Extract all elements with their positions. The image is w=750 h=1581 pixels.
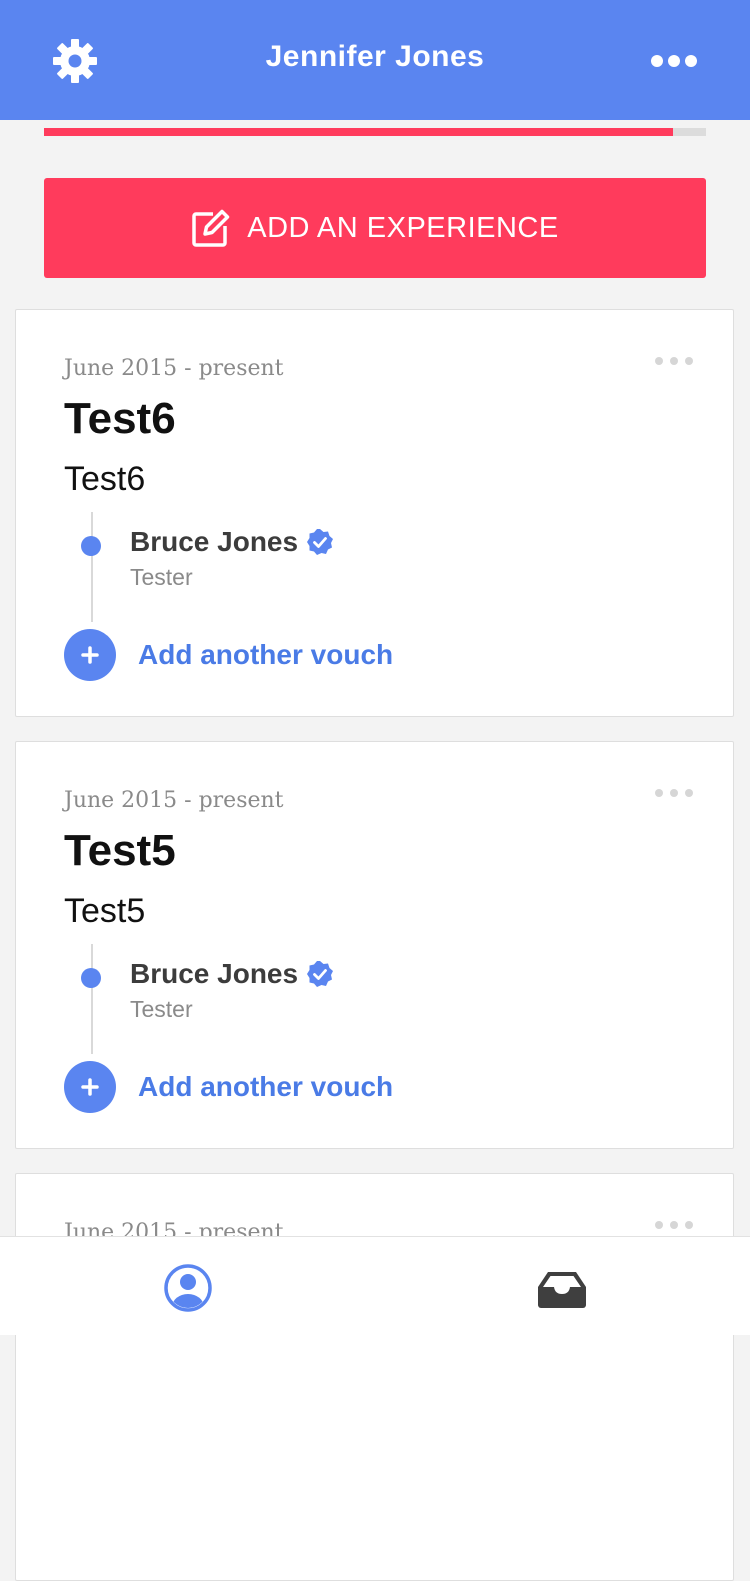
experience-subtitle: Test5: [64, 892, 146, 930]
verified-badge-icon: [307, 961, 334, 987]
add-vouch-label: Add another vouch: [138, 639, 394, 670]
add-experience-button[interactable]: ADD AN EXPERIENCE: [44, 178, 706, 278]
app-header: Jennifer Jones: [0, 0, 750, 120]
add-vouch-label: Add another vouch: [138, 1071, 394, 1102]
experience-date: June 2015 - present: [64, 356, 284, 381]
profile-progress-bar: [44, 128, 706, 136]
voucher-name-text: Bruce Jones: [130, 526, 299, 557]
experience-card: June 2015 - present Test6 Test6 Bruce Jo…: [15, 309, 734, 717]
timeline-line: [91, 944, 93, 1054]
experience-title: Test6: [64, 394, 176, 443]
timeline-dot: [81, 536, 101, 556]
more-dots-icon[interactable]: [654, 1220, 694, 1230]
edit-icon: [192, 209, 230, 247]
add-experience-label: ADD AN EXPERIENCE: [247, 211, 559, 244]
experience-card: June 2015 - present Test5 Test5 Bruce Jo…: [15, 741, 734, 1149]
experience-title: Test5: [64, 826, 176, 875]
voucher-name-text: Bruce Jones: [130, 958, 299, 989]
page-title: Jennifer Jones: [265, 40, 485, 73]
add-vouch-button[interactable]: Add another vouch: [64, 628, 393, 682]
timeline-dot: [81, 968, 101, 988]
more-dots-icon[interactable]: [654, 356, 694, 366]
profile-icon[interactable]: [163, 1263, 213, 1313]
voucher-role: Tester: [130, 996, 193, 1022]
voucher-role: Tester: [130, 564, 193, 590]
verified-badge-icon: [307, 529, 334, 555]
experience-card: June 2015 - present: [15, 1173, 734, 1581]
voucher-name[interactable]: Bruce Jones: [130, 526, 334, 558]
inbox-icon[interactable]: [537, 1271, 587, 1309]
more-dots-icon[interactable]: [650, 54, 698, 68]
plus-icon: [64, 629, 116, 681]
experience-subtitle: Test6: [64, 460, 146, 498]
voucher-name[interactable]: Bruce Jones: [130, 958, 334, 990]
experience-date: June 2015 - present: [64, 788, 284, 813]
timeline-line: [91, 512, 93, 622]
plus-icon: [64, 1061, 116, 1113]
more-dots-icon[interactable]: [654, 788, 694, 798]
bottom-tab-bar: [0, 1236, 750, 1335]
profile-progress-fill: [44, 128, 673, 136]
add-vouch-button[interactable]: Add another vouch: [64, 1060, 393, 1114]
